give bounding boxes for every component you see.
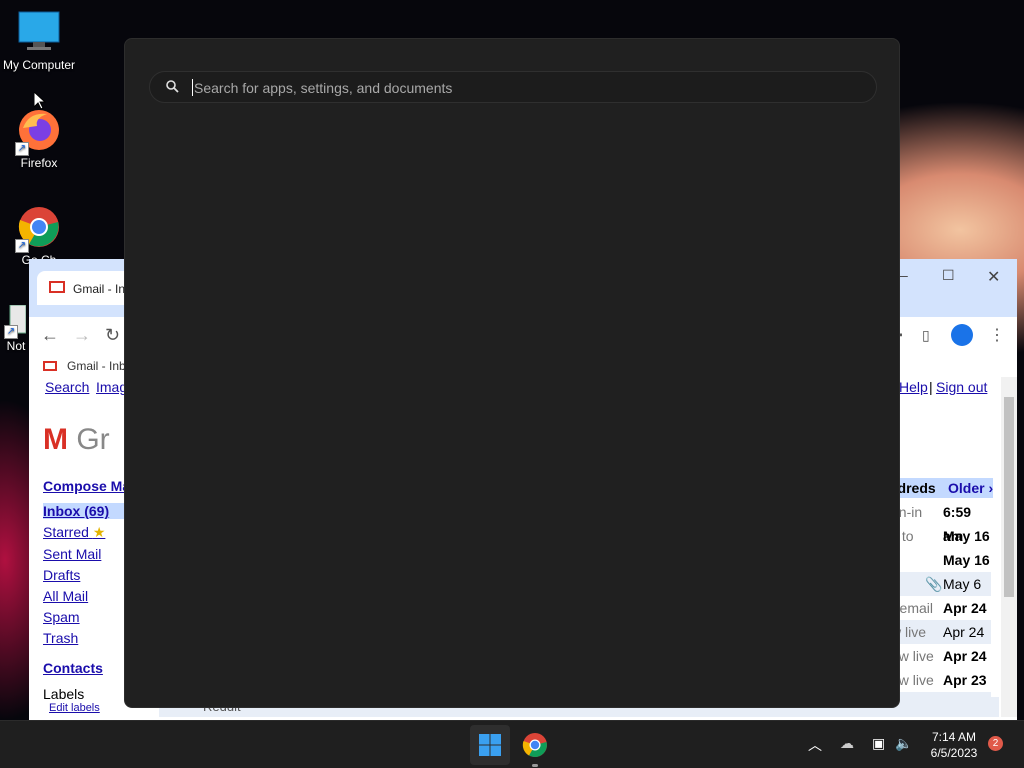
search-box[interactable] bbox=[149, 71, 877, 103]
chrome-icon bbox=[522, 733, 547, 758]
shortcut-arrow-icon: ↗ bbox=[15, 142, 29, 156]
clock-time: 7:14 AM bbox=[931, 730, 977, 744]
help-link[interactable]: Help bbox=[899, 379, 928, 395]
clock-date: 6/5/2023 bbox=[930, 746, 978, 760]
gmail-icon bbox=[49, 281, 65, 293]
windows-icon bbox=[479, 734, 501, 756]
close-icon[interactable]: ✕ bbox=[987, 267, 1000, 287]
mouse-cursor-icon bbox=[34, 92, 46, 110]
firefox-icon: ↗ bbox=[15, 108, 61, 156]
sign-out-link[interactable]: Sign out bbox=[936, 379, 987, 395]
scrollbar[interactable] bbox=[1001, 377, 1017, 717]
older-link[interactable]: Older › bbox=[948, 480, 993, 496]
onedrive-offline-icon[interactable]: ☁ bbox=[840, 735, 854, 752]
table-row[interactable]: gn-in 6:59 am bbox=[891, 500, 991, 544]
table-row[interactable]: May 16 bbox=[891, 548, 991, 572]
table-row[interactable]: y to May 16 bbox=[891, 524, 991, 548]
gmail-logo-text: Gr bbox=[76, 423, 110, 456]
scrollbar-thumb[interactable] bbox=[1004, 397, 1014, 597]
notepad-icon: ↗ bbox=[4, 304, 27, 339]
search-input[interactable] bbox=[192, 77, 856, 99]
text-caret bbox=[192, 79, 193, 96]
desktop-icon-chrome[interactable]: ↗ Go Ch bbox=[0, 205, 78, 267]
forward-icon[interactable]: → bbox=[73, 325, 91, 346]
profile-avatar[interactable] bbox=[951, 324, 973, 346]
desktop-icon-firefox[interactable]: ↗ Firefox bbox=[0, 108, 78, 170]
gmail-logo[interactable]: M Gr bbox=[43, 423, 110, 457]
search-icon bbox=[166, 80, 179, 93]
chevron-up-icon[interactable]: ︿ bbox=[808, 735, 822, 755]
taskbar-chrome[interactable] bbox=[515, 725, 555, 767]
star-icon: ★ bbox=[92, 524, 106, 540]
table-row[interactable]: 📎 May 6 bbox=[891, 572, 991, 596]
tab-title: Gmail - In bbox=[73, 282, 126, 296]
monitor-icon bbox=[17, 10, 61, 54]
bookmark-gmail[interactable]: Gmail - Inb bbox=[67, 359, 126, 373]
gmail-m-icon: M bbox=[43, 423, 68, 456]
running-indicator bbox=[532, 764, 538, 767]
gbar-search-link[interactable]: Search bbox=[45, 379, 89, 395]
taskbar: ︿ ☁ ▣ 🔈 7:14 AM 6/5/2023 bbox=[0, 720, 1024, 768]
clock[interactable]: 7:14 AM 6/5/2023 bbox=[910, 729, 998, 761]
start-button[interactable] bbox=[470, 725, 510, 765]
shortcut-arrow-icon: ↗ bbox=[4, 325, 18, 339]
shortcut-arrow-icon: ↗ bbox=[15, 239, 29, 253]
table-row[interactable]: ow live Apr 24 bbox=[891, 644, 991, 668]
attachment-icon: 📎 bbox=[925, 576, 943, 592]
maximize-icon[interactable]: ☐ bbox=[942, 267, 955, 284]
notification-badge[interactable]: 2 bbox=[988, 736, 1003, 751]
minimize-icon[interactable]: – bbox=[900, 267, 908, 283]
desktop-icon-label: My Computer bbox=[2, 58, 76, 72]
mail-date: Apr 24 bbox=[943, 648, 987, 664]
desktop-icon-my-computer[interactable]: My Computer bbox=[0, 10, 78, 72]
side-panel-icon[interactable]: ▯ bbox=[922, 327, 930, 344]
mail-date: Apr 23 bbox=[943, 672, 987, 688]
back-icon[interactable]: ← bbox=[41, 325, 59, 346]
mail-date: Apr 24 bbox=[943, 600, 987, 616]
chrome-icon: ↗ bbox=[15, 205, 61, 253]
table-row[interactable]: ow live Apr 23 bbox=[891, 668, 991, 692]
mail-date: May 16 bbox=[943, 528, 990, 544]
gbar-separator: | bbox=[929, 379, 933, 395]
mail-date: Apr 24 bbox=[943, 624, 985, 640]
mail-list: gn-in 6:59 am y to May 16 May 16 📎 May 6 r … bbox=[891, 500, 991, 716]
mail-date: May 6 bbox=[943, 576, 982, 592]
start-search-panel bbox=[124, 38, 900, 708]
reload-icon[interactable]: ↻ bbox=[105, 325, 120, 346]
mail-date: May 16 bbox=[943, 552, 990, 568]
table-row[interactable]: r email Apr 24 bbox=[891, 596, 991, 620]
network-icon[interactable]: ▣ bbox=[872, 735, 885, 752]
gbar-images-link[interactable]: Imag bbox=[96, 379, 127, 395]
gmail-icon bbox=[43, 361, 57, 371]
menu-kebab-icon[interactable]: ⋮ bbox=[989, 325, 1005, 345]
desktop-icon-label: Firefox bbox=[20, 156, 58, 170]
table-row[interactable]: w live Apr 24 bbox=[891, 620, 991, 644]
sidebar-item-label: Starred bbox=[43, 524, 89, 540]
